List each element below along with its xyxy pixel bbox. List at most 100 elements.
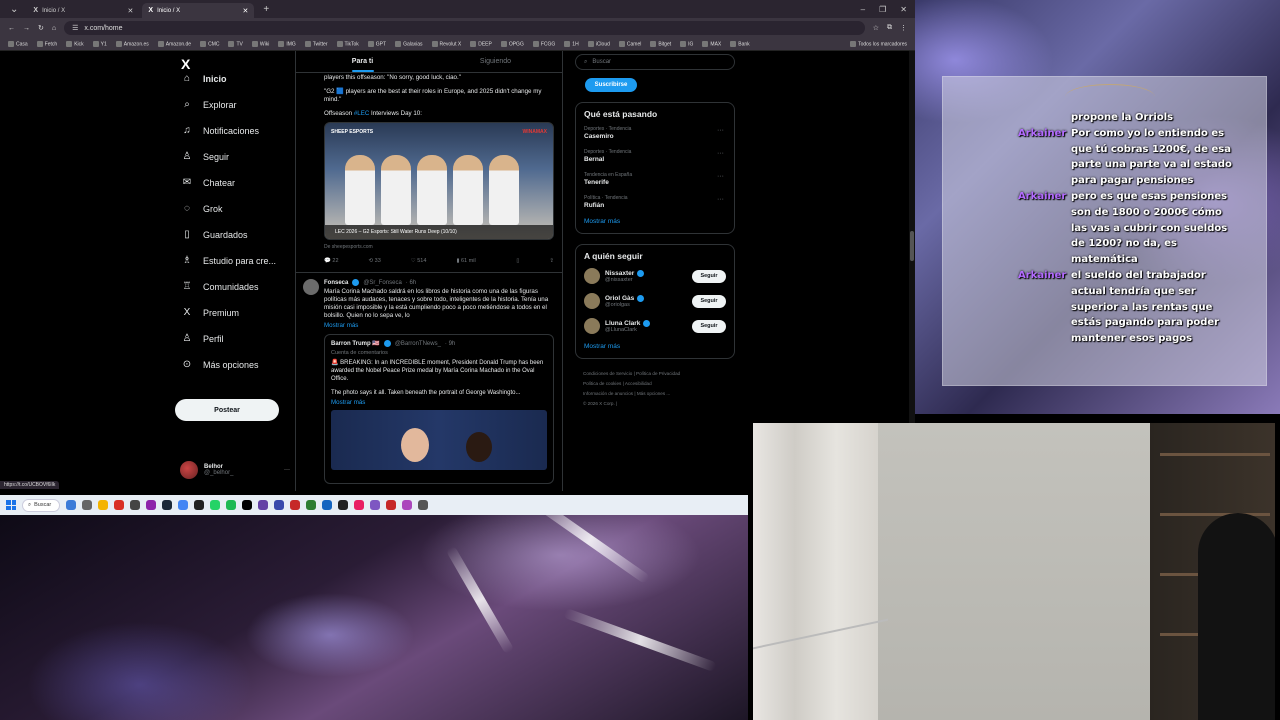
show-more-link[interactable]: Mostrar más — [584, 218, 726, 225]
taskbar-app-icon[interactable] — [338, 500, 348, 510]
nav-notificaciones[interactable]: ♫ Notificaciones — [181, 125, 259, 136]
taskbar-app-icon[interactable] — [162, 500, 172, 510]
avatar[interactable] — [584, 293, 600, 309]
account-switcher[interactable]: Belhor @_belhor_ ··· — [180, 461, 290, 479]
footer-link[interactable]: Condiciones de Servicio — [583, 371, 632, 376]
nav-estudio-para-cre[interactable]: ♗ Estudio para cre... — [181, 255, 277, 266]
quote-media[interactable] — [331, 410, 547, 470]
repost-button[interactable]: ⟲ 33 — [369, 258, 381, 264]
avatar[interactable] — [584, 318, 600, 334]
tab-list-icon[interactable]: ⌄ — [4, 4, 24, 15]
bookmark-item[interactable]: MAX — [702, 40, 721, 47]
follow-button[interactable]: Seguir — [692, 319, 726, 333]
follow-suggestion[interactable]: Lluna Clark @LlunaClark Seguir — [584, 318, 726, 334]
taskbar-app-icon[interactable] — [210, 500, 220, 510]
like-button[interactable]: ♡ 514 — [411, 258, 427, 264]
bookmark-item[interactable]: iCloud — [587, 40, 610, 47]
bookmark-item[interactable]: Camel — [618, 40, 641, 47]
bookmark-item[interactable]: IMG — [278, 40, 296, 47]
bookmark-item[interactable]: Kick — [66, 40, 84, 47]
address-bar[interactable]: ☰ x.com/home — [64, 21, 865, 35]
close-icon[interactable]: ✕ — [243, 7, 249, 15]
more-dots-icon[interactable]: ··· — [717, 196, 724, 203]
more-dots-icon[interactable]: ··· — [717, 173, 724, 180]
taskbar-app-icon[interactable] — [418, 500, 428, 510]
taskbar-app-icon[interactable] — [114, 500, 124, 510]
bookmark-item[interactable]: Amazon.de — [157, 40, 191, 47]
bookmark-item[interactable]: Y1 — [92, 40, 107, 47]
new-tab-icon[interactable]: + — [257, 4, 275, 15]
follow-button[interactable]: Seguir — [692, 294, 726, 308]
nav-chatear[interactable]: ✉ Chatear — [181, 177, 235, 188]
taskbar-app-icon[interactable] — [226, 500, 236, 510]
nav-premium[interactable]: X Premium — [181, 307, 239, 318]
nav-m-s-opciones[interactable]: ⊙ Más opciones — [181, 359, 259, 370]
bookmark-item[interactable]: CMC — [200, 40, 219, 47]
bookmark-item[interactable]: DEEP — [470, 40, 492, 47]
bookmark-item[interactable]: Bitget — [650, 40, 671, 47]
bookmark-item[interactable]: Casa — [8, 40, 28, 47]
avatar[interactable] — [303, 279, 319, 295]
tweet-time[interactable]: · 9h — [445, 341, 455, 347]
reply-button[interactable]: 💬 22 — [324, 258, 339, 264]
bookmark-icon[interactable]: ▯ — [516, 258, 519, 264]
trend-item[interactable]: Deportes · Tendencia Casemiro ··· — [584, 126, 726, 140]
taskbar-app-icon[interactable] — [194, 500, 204, 510]
footer-link[interactable]: Más opciones ... — [637, 391, 670, 396]
show-more-link[interactable]: Mostrar más — [331, 397, 547, 406]
all-bookmarks[interactable]: Todos los marcadores — [850, 40, 907, 47]
taskbar-app-icon[interactable] — [258, 500, 268, 510]
avatar[interactable] — [584, 268, 600, 284]
bookmark-item[interactable]: FCGG — [532, 40, 555, 47]
bookmark-item[interactable]: GPT — [367, 40, 386, 47]
card-source[interactable]: De sheepesports.com — [296, 240, 562, 250]
tab-para-ti[interactable]: Para ti — [296, 51, 429, 72]
follow-button[interactable]: Seguir — [692, 269, 726, 283]
follow-suggestion[interactable]: Nissaxter @nissaxter Seguir — [584, 268, 726, 284]
trend-item[interactable]: Deportes · Tendencia Bernal ··· — [584, 149, 726, 163]
x-logo-icon[interactable]: X — [181, 56, 190, 72]
nav-explorar[interactable]: ⌕ Explorar — [181, 99, 236, 110]
nav-perfil[interactable]: ♙ Perfil — [181, 333, 224, 344]
author-name[interactable]: Barron Trump 🇺🇸 — [331, 340, 380, 347]
trend-item[interactable]: Tendencia en España Tenerife ··· — [584, 172, 726, 186]
bookmark-item[interactable]: TV — [228, 40, 243, 47]
windows-start-icon[interactable] — [6, 500, 16, 510]
bookmark-item[interactable]: Revolut X — [431, 40, 461, 47]
tweet[interactable]: Fonseca @Sr_Fonseca · 6h María Corina Ma… — [296, 272, 562, 484]
nav-comunidades[interactable]: ♖ Comunidades — [181, 281, 259, 292]
bookmark-item[interactable]: Galaxias — [395, 40, 423, 47]
taskbar-app-icon[interactable] — [146, 500, 156, 510]
taskbar-app-icon[interactable] — [354, 500, 364, 510]
author-handle[interactable]: @Sr_Fonseca — [363, 280, 401, 286]
trend-item[interactable]: Política · Tendencia Rufián ··· — [584, 195, 726, 209]
taskbar-app-icon[interactable] — [82, 500, 92, 510]
taskbar-app-icon[interactable] — [130, 500, 140, 510]
share-icon[interactable]: ⇪ — [549, 258, 554, 264]
views-button[interactable]: ▮ 61 mil — [456, 258, 475, 264]
bookmark-item[interactable]: OPGG — [500, 40, 524, 47]
tab-siguiendo[interactable]: Siguiendo — [429, 51, 562, 72]
hashtag-link[interactable]: #LEC — [354, 110, 369, 117]
scrollbar-thumb[interactable] — [910, 231, 914, 261]
show-more-link[interactable]: Mostrar más — [296, 320, 562, 329]
taskbar-search[interactable]: ⌕ Buscar — [22, 498, 60, 512]
browser-tab-1[interactable]: X Inicio / X ✕ — [27, 3, 139, 18]
bookmark-item[interactable]: Wiki — [251, 40, 269, 47]
nav-inicio[interactable]: ⌂ Inicio — [181, 73, 227, 84]
reload-icon[interactable]: ↻ — [38, 24, 44, 32]
footer-link[interactable]: Política de Privacidad — [636, 371, 680, 376]
nav-seguir[interactable]: ♙ Seguir — [181, 151, 230, 162]
home-icon[interactable]: ⌂ — [52, 25, 56, 32]
bookmark-item[interactable]: Bank — [730, 40, 750, 47]
taskbar-app-icon[interactable] — [66, 500, 76, 510]
taskbar-app-icon[interactable] — [242, 500, 252, 510]
footer-link[interactable]: Información de anuncios — [583, 391, 633, 396]
taskbar-app-icon[interactable] — [306, 500, 316, 510]
close-window-icon[interactable]: ✕ — [900, 5, 907, 14]
quoted-tweet[interactable]: Barron Trump 🇺🇸 @BarronTNews_ · 9h Cuent… — [324, 334, 554, 484]
bookmark-item[interactable]: Amazon.es — [115, 40, 149, 47]
nav-grok[interactable]: ◌ Grok — [181, 203, 223, 214]
bookmark-item[interactable]: Twitter — [304, 40, 328, 47]
footer-link[interactable]: Accesibilidad — [625, 381, 652, 386]
